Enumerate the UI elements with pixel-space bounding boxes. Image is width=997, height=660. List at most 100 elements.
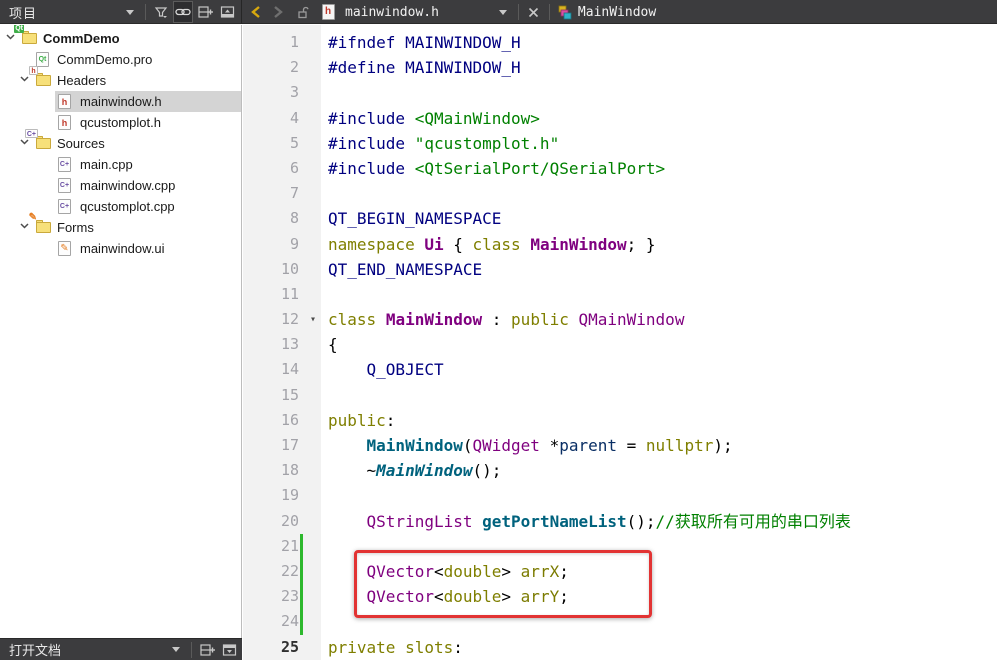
change-bar (300, 584, 303, 610)
go-forward-button[interactable] (268, 1, 288, 23)
line-number: 9 (289, 234, 299, 253)
tree-item-label: mainwindow.ui (80, 241, 165, 256)
close-docbar-button[interactable] (219, 639, 239, 660)
code-text: #include <QMainWindow> (328, 108, 540, 128)
forward-chevron-icon (274, 6, 283, 18)
editor-toolbar: h mainwindow.h MainWindow (242, 0, 997, 24)
code-text: private slots: (328, 637, 463, 657)
chevron-down-icon[interactable] (20, 76, 29, 82)
project-tree: Qt CommDemo Qt CommDemo.pro h Headers h mainwin… (0, 25, 241, 259)
close-panel-icon (220, 6, 234, 18)
line-number: 20 (280, 511, 299, 530)
tree-item-mainwindow-h[interactable]: h mainwindow.h (0, 91, 241, 112)
split-icon (197, 6, 213, 18)
fold-marker-icon[interactable]: ▾ (305, 307, 321, 332)
open-documents-title: 打开文档 (9, 643, 62, 658)
line-number: 12 (280, 310, 299, 329)
line-number: 5 (289, 133, 299, 152)
code-text: QVector<double> arrX; (366, 561, 569, 581)
line-number: 10 (280, 259, 299, 278)
tree-item-label: CommDemo.pro (57, 52, 153, 67)
tree-item-label: Sources (57, 136, 105, 151)
tree-item-label: qcustomplot.h (80, 115, 161, 130)
qt-file-icon: Qt (36, 52, 49, 67)
class-symbol-icon (559, 5, 572, 19)
code-line: 3 (243, 80, 997, 105)
code-line: 10 QT_END_NAMESPACE (243, 257, 997, 282)
code-line: 8 QT_BEGIN_NAMESPACE (243, 206, 997, 231)
code-line: 21 (243, 533, 997, 559)
tree-item-label: mainwindow.cpp (80, 178, 176, 193)
split-pane-button[interactable] (195, 1, 215, 23)
tree-item-CommDemo[interactable]: Qt CommDemo (0, 25, 241, 49)
tree-item-mainwindow-ui[interactable]: ✎ mainwindow.ui (0, 238, 241, 259)
link-icon (175, 8, 191, 16)
tree-item-Forms[interactable]: ✎ Forms (0, 213, 241, 238)
code-editor[interactable]: 1 #ifndef MAINWINDOW_H 2 #define MAINWINDOW… (243, 25, 997, 660)
sync-with-editor-button[interactable] (173, 1, 193, 23)
code-line: 9 namespace Ui { class MainWindow; } (243, 232, 997, 257)
code-line: 4 #include <QMainWindow> (243, 106, 997, 131)
symbol-class-icon-wrap (555, 1, 575, 23)
split-docbar-button[interactable] (197, 639, 217, 660)
tree-item-main-cpp[interactable]: C+ main.cpp (0, 154, 241, 175)
open-documents-bar: 打开文档 (0, 638, 242, 660)
tree-item-label: Headers (57, 73, 107, 88)
code-line: 14 Q_OBJECT (243, 357, 997, 382)
split-icon (199, 643, 215, 656)
chevron-down-icon (126, 9, 134, 15)
line-number: 1 (289, 33, 299, 51)
unlocked-padlock-icon (297, 6, 309, 19)
symbol-selector[interactable]: MainWindow (578, 5, 656, 20)
code-line: 18 ~MainWindow(); (243, 458, 997, 483)
line-number: 8 (289, 209, 299, 228)
tree-item-label: CommDemo (43, 31, 120, 46)
code-text: { (328, 335, 338, 355)
chevron-down-icon[interactable] (20, 139, 29, 145)
code-text: #include <QtSerialPort/QSerialPort> (328, 158, 666, 178)
document-dropdown[interactable] (493, 1, 513, 23)
line-number: 25 (280, 637, 299, 656)
filter-button[interactable] (151, 1, 171, 23)
code-text: Q_OBJECT (328, 360, 444, 380)
tree-item-Sources[interactable]: C+ Sources (0, 129, 241, 154)
project-pane-title: 项目 (9, 5, 38, 21)
code-line: 5 #include "qcustomplot.h" (243, 131, 997, 156)
file-lock-button[interactable] (293, 1, 313, 23)
change-bar (300, 609, 303, 635)
line-number: 17 (280, 436, 299, 454)
tree-item-Headers[interactable]: h Headers (0, 66, 241, 91)
open-documents-dropdown[interactable] (166, 639, 186, 660)
tree-item-mainwindow-cpp[interactable]: C+ mainwindow.cpp (0, 175, 241, 196)
cpp-file-icon: C+ (58, 199, 71, 214)
project-tree-panel: Qt CommDemo Qt CommDemo.pro h Headers h mainwin… (0, 25, 242, 638)
close-document-button[interactable] (524, 1, 544, 23)
code-line: 12 ▾ class MainWindow : public QMainWindow (243, 307, 997, 332)
tree-item-label: mainwindow.h (80, 94, 162, 109)
line-number: 11 (280, 284, 299, 303)
h-file-icon: h (58, 94, 71, 109)
qt-creator-window: 项目 h mainwindow.h MainWindow Qt CommDemo… (0, 0, 997, 660)
line-number: 16 (280, 410, 299, 429)
h-file-icon: h (58, 115, 71, 130)
close-pane-button[interactable] (217, 1, 237, 23)
line-number: 24 (280, 612, 299, 631)
tree-item-label: main.cpp (80, 157, 133, 172)
code-line: 7 (243, 181, 997, 206)
code-text: public: (328, 410, 396, 430)
project-selector-dropdown[interactable] (120, 1, 140, 23)
code-line: 20 QStringList getPortNameList();//获取所有可… (243, 509, 997, 534)
change-bar (300, 533, 303, 559)
code-line: 25 private slots: (243, 635, 997, 660)
code-line: 19 (243, 483, 997, 508)
go-back-button[interactable] (246, 1, 266, 23)
ui-file-icon: ✎ (58, 241, 71, 256)
chevron-down-icon[interactable] (6, 34, 15, 40)
open-file-tab[interactable]: mainwindow.h (345, 5, 439, 20)
code-line: 23 QVector<double> arrY; (243, 584, 997, 610)
code-line: 6 #include <QtSerialPort/QSerialPort> (243, 156, 997, 181)
code-text: QStringList getPortNameList();//获取所有可用的串… (366, 511, 851, 531)
chevron-down-icon[interactable] (20, 223, 29, 229)
code-text: QT_BEGIN_NAMESPACE (328, 209, 502, 229)
code-line: 24 (243, 609, 997, 635)
